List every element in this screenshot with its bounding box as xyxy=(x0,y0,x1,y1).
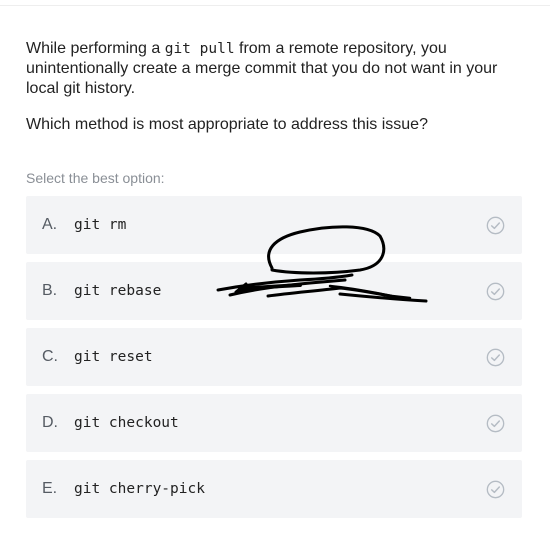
option-text: git rebase xyxy=(74,283,162,299)
options-list: A. git rm B. git rebase C. git reset D. … xyxy=(26,196,522,526)
question-paragraph: While performing a git pull from a remot… xyxy=(26,40,498,97)
option-letter: D. xyxy=(42,414,58,431)
check-circle-icon[interactable] xyxy=(486,216,505,235)
check-circle-icon[interactable] xyxy=(486,348,505,367)
top-divider xyxy=(0,5,550,6)
option-letter: A. xyxy=(42,216,58,233)
option-d[interactable]: D. git checkout xyxy=(26,394,522,452)
option-letter: E. xyxy=(42,480,58,497)
option-text: git rm xyxy=(74,217,127,233)
check-circle-icon[interactable] xyxy=(486,414,505,433)
option-text: git checkout xyxy=(74,415,179,431)
inline-code: git pull xyxy=(164,41,235,57)
option-letter: C. xyxy=(42,348,58,365)
check-circle-icon[interactable] xyxy=(486,282,505,301)
option-b[interactable]: B. git rebase xyxy=(26,262,522,320)
option-a[interactable]: A. git rm xyxy=(26,196,522,254)
check-circle-icon[interactable] xyxy=(486,480,505,499)
select-hint: Select the best option: xyxy=(26,170,165,186)
option-text: git cherry-pick xyxy=(74,481,205,497)
option-letter: B. xyxy=(42,282,58,299)
option-text: git reset xyxy=(74,349,153,365)
option-e[interactable]: E. git cherry-pick xyxy=(26,460,522,518)
question-prompt: Which method is most appropriate to addr… xyxy=(26,116,428,133)
question-text: While performing a git pull from a remot… xyxy=(26,39,516,151)
option-c[interactable]: C. git reset xyxy=(26,328,522,386)
